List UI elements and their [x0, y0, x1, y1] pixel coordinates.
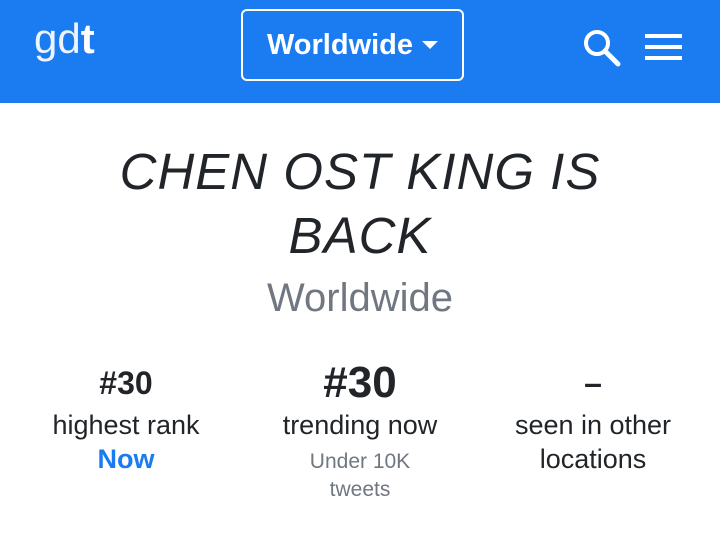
highest-rank-label: highest rank	[52, 410, 200, 440]
highest-rank-time: Now	[97, 444, 155, 474]
trend-title: CHEN OST KING IS BACK	[100, 140, 620, 268]
tweet-volume-line-1: Under 10K	[309, 450, 411, 473]
other-locations-label-line-2: locations	[539, 444, 647, 474]
other-locations-label-line-1: seen in other	[514, 410, 672, 440]
logo-letter-d: d	[57, 15, 81, 62]
top-navigation-bar: gdt Worldwide	[0, 0, 720, 103]
tweet-volume-line-2: tweets	[329, 478, 391, 501]
other-locations-stat: – seen in other locations	[493, 360, 693, 476]
region-selector-label: Worldwide	[266, 28, 414, 61]
hamburger-menu-icon[interactable]	[644, 31, 684, 63]
highest-rank-value: #30	[99, 365, 153, 401]
caret-down-icon	[422, 41, 439, 49]
logo-letter-t: t	[80, 15, 95, 62]
trend-title-line-1: CHEN OST KING IS	[119, 143, 601, 200]
other-locations-value: –	[584, 365, 602, 401]
highest-rank-stat: #30 highest rank Now	[26, 360, 226, 476]
trend-location: Worldwide	[267, 276, 453, 320]
search-icon[interactable]	[582, 28, 622, 68]
logo-letter-g: g	[34, 15, 58, 62]
trending-now-value: #30	[323, 358, 397, 407]
trend-title-line-2: BACK	[288, 207, 432, 264]
gdt-logo[interactable]: gdt	[34, 14, 95, 64]
trending-now-stat: #30 trending now Under 10K tweets	[260, 360, 460, 504]
region-selector-button[interactable]: Worldwide	[241, 9, 464, 81]
trending-now-label: trending now	[282, 410, 438, 440]
